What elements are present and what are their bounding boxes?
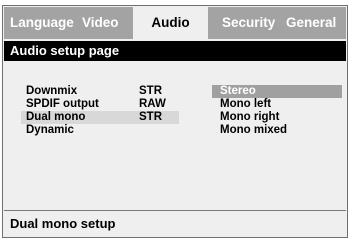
tab-bar: Language Video Audio Security General — [4, 7, 346, 39]
page-title: Audio setup page — [4, 41, 346, 61]
setting-label: SPDIF output — [26, 98, 99, 110]
tab-security[interactable]: Security — [222, 7, 275, 39]
setup-menu-window: Language Video Audio Security General Au… — [2, 5, 348, 238]
setting-value: RAW — [139, 98, 166, 110]
tab-video[interactable]: Video — [82, 7, 119, 39]
setting-value: STR — [139, 111, 162, 123]
option-stereo[interactable]: Stereo — [212, 85, 342, 98]
setting-label: Dual mono — [26, 111, 86, 123]
option-mono-right[interactable]: Mono right — [212, 111, 342, 124]
setting-label: Downmix — [26, 85, 78, 97]
option-mono-mixed[interactable]: Mono mixed — [212, 124, 342, 137]
tab-audio[interactable]: Audio — [133, 7, 208, 39]
option-mono-left[interactable]: Mono left — [212, 98, 342, 111]
status-bar: Dual mono setup — [4, 210, 346, 236]
setting-row-dynamic[interactable]: Dynamic — [21, 124, 179, 137]
tab-general[interactable]: General — [286, 7, 336, 39]
setting-label: Dynamic — [26, 124, 74, 136]
setting-value: STR — [139, 85, 162, 97]
setting-row-downmix[interactable]: Downmix STR — [21, 85, 179, 98]
setting-row-dual-mono[interactable]: Dual mono STR — [21, 111, 179, 124]
tab-language[interactable]: Language — [10, 7, 74, 39]
setting-row-spdif-output[interactable]: SPDIF output RAW — [21, 98, 179, 111]
